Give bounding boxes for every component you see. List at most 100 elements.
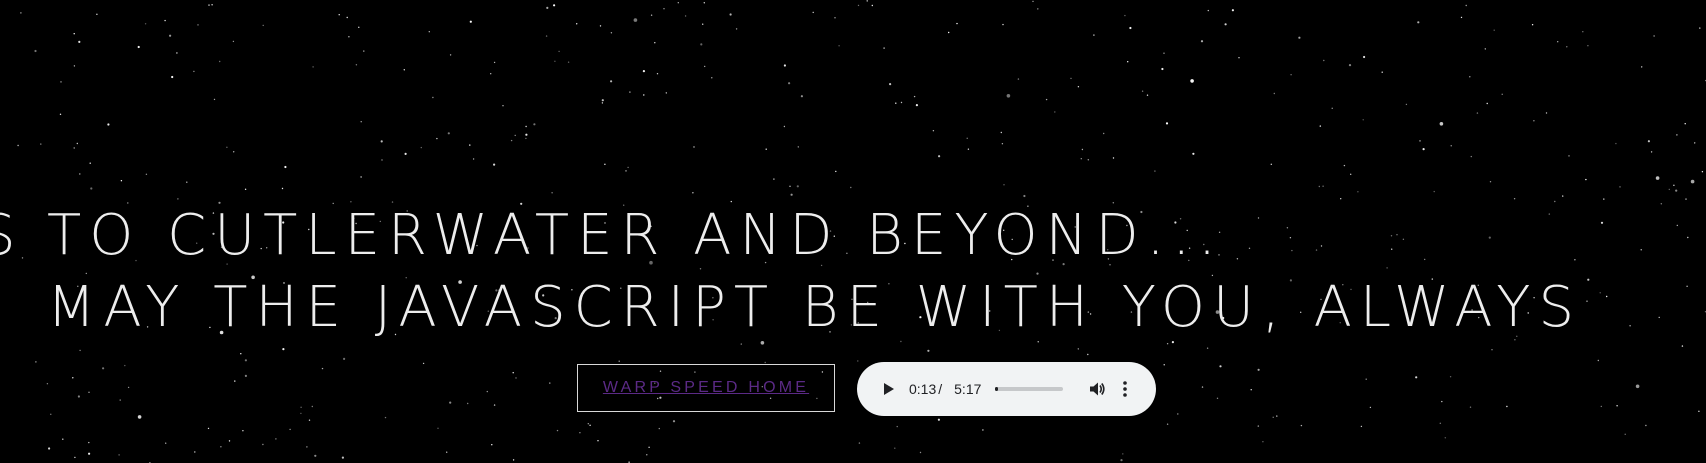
star <box>73 147 75 149</box>
star <box>1093 34 1095 36</box>
star <box>1585 178 1587 181</box>
star <box>1257 425 1260 427</box>
star <box>76 142 79 145</box>
star <box>650 14 653 16</box>
star <box>1077 86 1080 88</box>
star <box>432 96 434 99</box>
star <box>1363 55 1366 59</box>
star <box>1444 437 1447 439</box>
star <box>169 34 172 37</box>
star <box>1653 35 1655 37</box>
star <box>711 77 713 79</box>
star <box>1219 365 1222 368</box>
star <box>1698 410 1700 412</box>
star <box>17 144 19 147</box>
star <box>1641 66 1643 68</box>
star <box>1405 103 1408 106</box>
star <box>493 61 496 64</box>
star <box>137 45 140 49</box>
star <box>729 13 732 16</box>
star <box>1465 4 1467 7</box>
star <box>219 60 221 63</box>
audio-progress-slider[interactable] <box>995 387 1064 391</box>
star <box>446 451 448 453</box>
play-icon[interactable] <box>877 377 901 401</box>
star <box>1681 345 1684 347</box>
star <box>597 440 599 442</box>
star <box>306 446 308 448</box>
audio-player: 0:13 / 5:17 <box>857 362 1156 416</box>
star <box>510 139 513 142</box>
star <box>857 360 859 362</box>
star <box>244 188 247 190</box>
star <box>242 430 244 432</box>
star <box>193 70 195 73</box>
star <box>197 24 199 26</box>
star <box>1006 94 1011 98</box>
star <box>358 26 360 28</box>
star <box>796 185 799 188</box>
star <box>656 73 659 75</box>
star <box>240 353 242 355</box>
star <box>321 367 324 370</box>
star <box>1624 433 1626 435</box>
star <box>165 442 167 444</box>
star <box>1122 453 1124 455</box>
star <box>60 81 62 83</box>
star <box>1163 364 1165 366</box>
star <box>1165 122 1169 125</box>
star <box>599 25 602 27</box>
star <box>346 16 348 19</box>
star <box>88 452 91 455</box>
star <box>124 364 126 367</box>
star <box>404 152 407 155</box>
star <box>692 192 694 194</box>
star <box>1489 181 1492 183</box>
star <box>900 101 903 104</box>
star <box>1460 16 1463 19</box>
star <box>858 442 861 444</box>
star <box>1129 26 1132 30</box>
star <box>232 40 235 43</box>
star <box>1439 422 1442 424</box>
star <box>1668 188 1671 191</box>
star <box>1415 376 1418 379</box>
star <box>447 132 450 135</box>
star <box>420 146 422 149</box>
star <box>486 390 488 393</box>
warp-speed-home-link[interactable]: WARP SPEED HOME <box>603 379 809 397</box>
star <box>579 432 581 434</box>
star <box>515 377 517 379</box>
star <box>1262 441 1264 443</box>
star <box>1127 61 1129 63</box>
star <box>677 2 679 4</box>
star <box>663 8 665 10</box>
star <box>1257 368 1260 371</box>
star <box>88 391 90 393</box>
star <box>889 83 892 86</box>
volume-icon[interactable] <box>1085 377 1109 401</box>
star <box>1087 353 1089 356</box>
star <box>244 374 247 377</box>
star <box>1362 119 1364 121</box>
star <box>348 36 350 38</box>
star <box>601 99 604 102</box>
star <box>533 123 536 126</box>
star <box>1506 405 1508 408</box>
star <box>1224 23 1227 26</box>
star <box>1146 94 1149 96</box>
star <box>1340 198 1342 200</box>
star <box>556 429 559 432</box>
star <box>834 17 836 19</box>
more-vert-icon[interactable] <box>1117 377 1133 401</box>
star <box>704 65 706 68</box>
star <box>1484 48 1487 50</box>
cutoff-text-fragment: S <box>0 202 16 270</box>
star <box>21 257 24 259</box>
star <box>672 420 676 423</box>
star <box>90 187 93 190</box>
star <box>702 23 704 25</box>
star <box>73 65 76 67</box>
star <box>422 362 425 365</box>
star <box>118 454 120 456</box>
